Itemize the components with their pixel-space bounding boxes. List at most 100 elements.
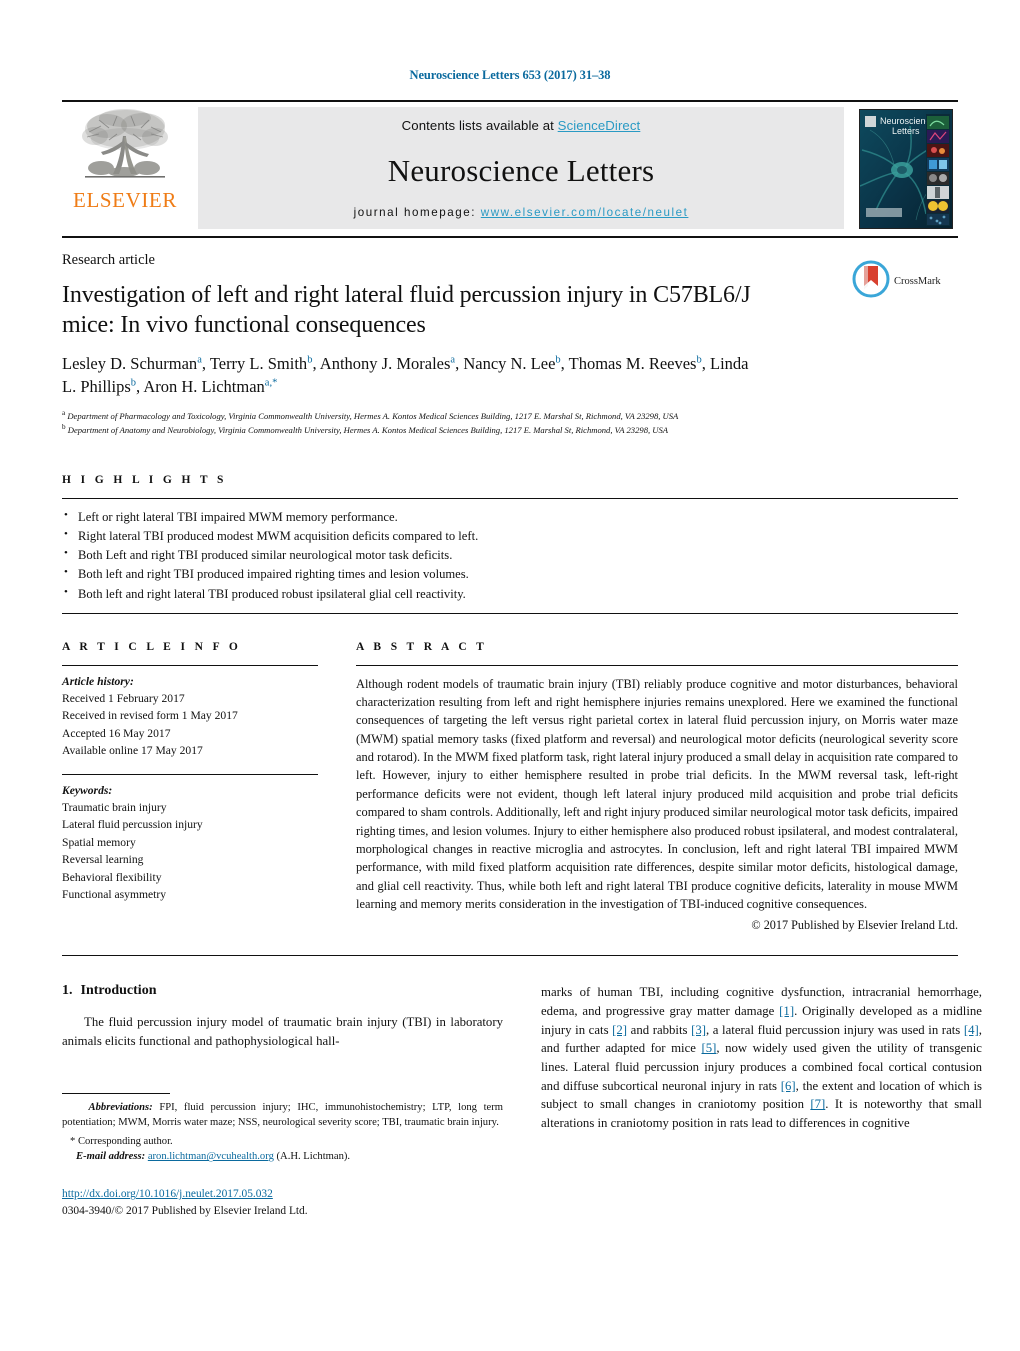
citation-link[interactable]: [2]: [612, 1023, 627, 1037]
crossmark-label: CrossMark: [894, 276, 941, 287]
citation-link[interactable]: [7]: [810, 1097, 825, 1111]
keywords-title: Keywords:: [62, 783, 113, 797]
highlights-label: H I G H L I G H T S: [62, 473, 227, 486]
author-list: Lesley D. Schurmana, Terry L. Smithb, An…: [62, 354, 749, 397]
elsevier-tree-icon: [79, 106, 171, 192]
affiliation-marker-b: b: [62, 422, 66, 431]
abstract-label: A B S T R A C T: [356, 640, 488, 653]
article-history-item: Received in revised form 1 May 2017: [62, 709, 238, 723]
affiliation-text-b: Department of Anatomy and Neurobiology, …: [67, 424, 669, 435]
body-column-right: marks of human TBI, including cognitive …: [541, 983, 982, 1132]
journal-cover-block: Neuroscience Letters: [854, 102, 958, 236]
section-heading-introduction: 1. Introduction: [62, 983, 503, 999]
article-page: Neuroscience Letters 653 (2017) 31–38 EL…: [0, 0, 1020, 1351]
highlight-item: Left or right lateral TBI impaired MWM m…: [62, 507, 958, 527]
author-name: Nancy N. Lee: [463, 354, 556, 373]
body-column-left: 1. Introduction The fluid percussion inju…: [62, 983, 503, 1217]
homepage-prefix: journal homepage:: [353, 206, 481, 219]
citation-link[interactable]: [1]: [779, 1004, 794, 1018]
article-info-separator: [62, 773, 318, 775]
author-name: Anthony J. Morales: [319, 354, 451, 373]
publisher-logo: ELSEVIER: [62, 102, 188, 236]
affiliation-text-a: Department of Pharmacology and Toxicolog…: [67, 410, 679, 421]
article-history-list: Received 1 February 2017 Received in revi…: [62, 690, 318, 760]
keyword-item: Behavioral flexibility: [62, 870, 162, 884]
author-name: Aron H. Lichtman: [143, 377, 265, 397]
article-history-item: Accepted 16 May 2017: [62, 726, 171, 740]
article-history-item: Available online 17 May 2017: [62, 744, 203, 758]
email-link[interactable]: aron.lichtman@vcuhealth.org: [148, 1151, 274, 1162]
footnote-email: E-mail address: aron.lichtman@vcuhealth.…: [62, 1149, 503, 1164]
affiliation-b: b Department of Anatomy and Neurobiology…: [62, 422, 822, 436]
email-suffix: (A.H. Lichtman).: [276, 1151, 351, 1163]
intro-paragraph-right: marks of human TBI, including cognitive …: [541, 985, 982, 1131]
highlight-item: Right lateral TBI produced modest MWM ac…: [62, 526, 958, 546]
highlights-list: Left or right lateral TBI impaired MWM m…: [62, 499, 958, 613]
svg-text:Letters: Letters: [892, 126, 920, 136]
crossmark-icon: [852, 260, 890, 303]
author-affiliation-marker: b: [696, 354, 702, 366]
article-header: CrossMark Research article Investigation…: [62, 238, 958, 436]
email-label: E-mail address:: [76, 1151, 146, 1163]
abstract-bottom-rule: [62, 955, 958, 957]
keyword-item: Reversal learning: [62, 853, 144, 867]
journal-title: Neuroscience Letters: [387, 153, 655, 188]
keyword-item: Spatial memory: [62, 835, 136, 849]
intro-paragraph-left: The fluid percussion injury model of tra…: [62, 1015, 503, 1049]
section-title: Introduction: [80, 983, 157, 999]
journal-banner: Contents lists available at ScienceDirec…: [198, 107, 844, 229]
info-abstract-row: A R T I C L E I N F O Article history: R…: [62, 641, 958, 934]
author-affiliation-marker: a: [450, 354, 456, 366]
article-info-label: A R T I C L E I N F O: [62, 640, 242, 653]
elsevier-wordmark: ELSEVIER: [73, 188, 177, 212]
abstract-copyright: © 2017 Published by Elsevier Ireland Ltd…: [751, 918, 958, 933]
footnotes-block: Abbreviations: FPI, fluid percussion inj…: [62, 1093, 503, 1219]
affiliation-a: a Department of Pharmacology and Toxicol…: [62, 408, 822, 422]
footnote-corresponding-author: * Corresponding author.: [70, 1136, 173, 1148]
citation-link[interactable]: [3]: [691, 1023, 706, 1037]
keyword-item: Functional asymmetry: [62, 887, 167, 901]
keyword-item: Traumatic brain injury: [62, 801, 167, 815]
highlights-rule-bottom: [62, 612, 958, 614]
author-affiliation-marker: a,*: [264, 377, 278, 389]
article-type-kicker: Research article: [62, 252, 155, 268]
footnote-rule: [62, 1093, 170, 1095]
issn-copyright-line: 0304-3940/© 2017 Published by Elsevier I…: [62, 1205, 308, 1217]
abstract-column: A B S T R A C T Although rodent models o…: [356, 641, 958, 934]
crossmark-badge[interactable]: CrossMark: [852, 260, 958, 303]
article-history-group: Article history: Received 1 February 201…: [62, 673, 318, 760]
citation-link[interactable]: [4]: [964, 1023, 979, 1037]
author-name: Thomas M. Reeves: [568, 354, 697, 373]
author-name: Lesley D. Schurman: [62, 354, 198, 373]
author-affiliation-marker: b: [555, 354, 561, 366]
citation-link[interactable]: [6]: [781, 1079, 796, 1093]
body-columns: 1. Introduction The fluid percussion inju…: [62, 983, 982, 1217]
article-history-item: Received 1 February 2017: [62, 692, 185, 706]
journal-homepage-link[interactable]: www.elsevier.com/locate/neulet: [481, 206, 689, 219]
section-number: 1.: [62, 983, 73, 999]
article-info-body: Article history: Received 1 February 201…: [62, 664, 318, 904]
contents-lists-prefix: Contents lists available at: [401, 118, 558, 133]
highlights-section: H I G H L I G H T S Left or right latera…: [62, 474, 958, 614]
journal-cover-thumbnail[interactable]: Neuroscience Letters: [859, 109, 953, 229]
author-affiliation-marker: b: [307, 354, 313, 366]
author-name: Terry L. Smith: [209, 354, 308, 373]
footnote-abbreviations: Abbreviations: FPI, fluid percussion inj…: [62, 1100, 503, 1130]
article-info-column: A R T I C L E I N F O Article history: R…: [62, 641, 318, 934]
keywords-list: Traumatic brain injury Lateral fluid perc…: [62, 799, 318, 903]
sciencedirect-link[interactable]: ScienceDirect: [558, 118, 641, 133]
abbreviations-label: Abbreviations:: [88, 1102, 153, 1114]
abstract-text: Although rodent models of traumatic brai…: [356, 676, 958, 911]
journal-masthead: ELSEVIER Contents lists available at Sci…: [62, 100, 958, 238]
affiliation-marker-a: a: [62, 408, 66, 417]
keywords-group: Keywords: Traumatic brain injury Lateral …: [62, 782, 318, 904]
contents-lists-line: Contents lists available at ScienceDirec…: [402, 118, 641, 133]
running-head: Neuroscience Letters 653 (2017) 31–38: [409, 68, 611, 82]
citation-link[interactable]: [5]: [701, 1041, 716, 1055]
doi-link[interactable]: http://dx.doi.org/10.1016/j.neulet.2017.…: [62, 1188, 273, 1200]
author-affiliation-marker: b: [130, 377, 137, 389]
article-history-title: Article history:: [62, 674, 134, 688]
page-title: Investigation of left and right lateral …: [62, 282, 751, 338]
highlight-item: Both left and right lateral TBI produced…: [62, 584, 958, 604]
doi-block: http://dx.doi.org/10.1016/j.neulet.2017.…: [62, 1184, 503, 1219]
